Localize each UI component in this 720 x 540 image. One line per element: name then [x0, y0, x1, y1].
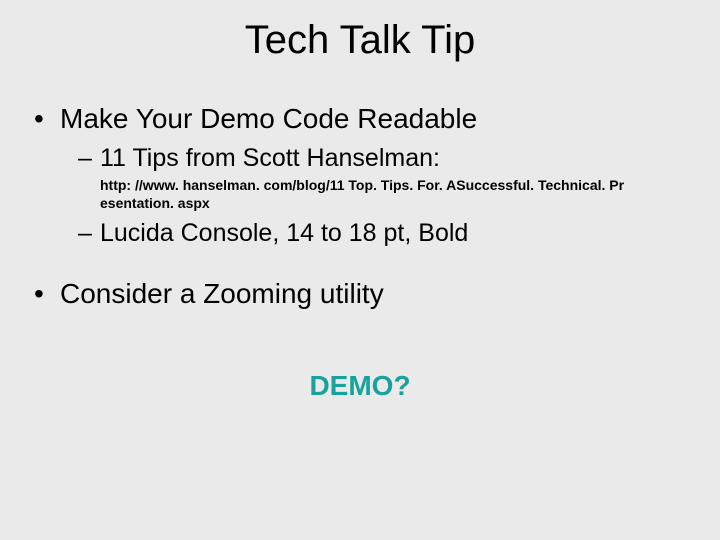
- bullet-2: Consider a Zooming utility: [34, 278, 686, 310]
- bullet-1-sub-1: 11 Tips from Scott Hanselman:: [34, 143, 686, 173]
- bullet-1-sub-1-url: http: //www. hanselman. com/blog/11 Top.…: [34, 177, 686, 212]
- slide-title: Tech Talk Tip: [0, 0, 720, 63]
- slide-body: Make Your Demo Code Readable 11 Tips fro…: [0, 63, 720, 402]
- bullet-1: Make Your Demo Code Readable: [34, 103, 686, 135]
- demo-callout: DEMO?: [34, 370, 686, 402]
- bullet-1-sub-2: Lucida Console, 14 to 18 pt, Bold: [34, 218, 686, 248]
- slide: Tech Talk Tip Make Your Demo Code Readab…: [0, 0, 720, 540]
